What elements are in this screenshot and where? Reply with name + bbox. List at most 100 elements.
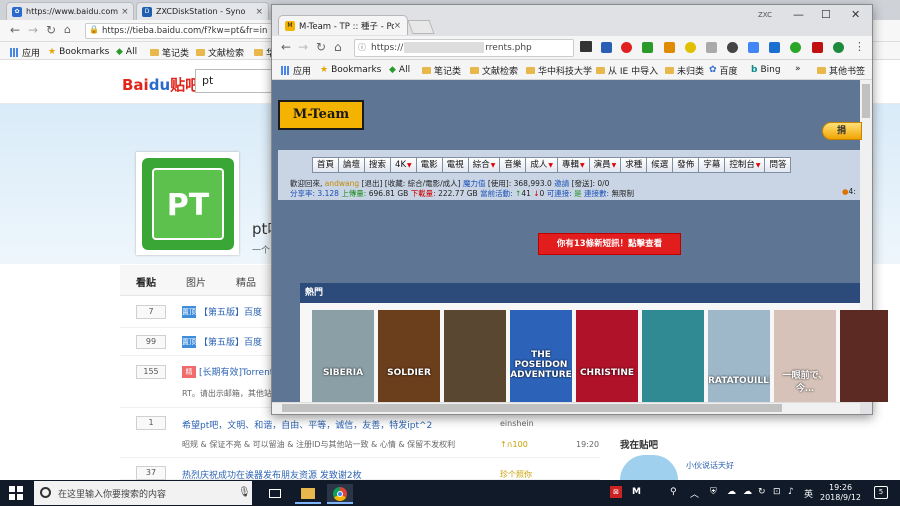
tray-app-icon[interactable]: ⊠ bbox=[610, 486, 622, 498]
menu-item[interactable]: 搜索 bbox=[364, 157, 391, 173]
bookmark-apps[interactable]: 应用 bbox=[10, 46, 40, 59]
bookmark-hust[interactable]: 华中科技大学 bbox=[526, 64, 592, 77]
bookmark-apps[interactable]: 应用 bbox=[281, 64, 311, 77]
shield-icon[interactable] bbox=[812, 42, 823, 53]
bookmark-literature[interactable]: 文献检索 bbox=[196, 46, 244, 59]
cloud-icon[interactable]: ☁ bbox=[743, 487, 752, 497]
tieba-search-input[interactable]: pt bbox=[195, 69, 275, 93]
opera-icon[interactable] bbox=[621, 42, 632, 53]
bookmark-notes[interactable]: 笔记类 bbox=[150, 46, 189, 59]
bookmark-bing[interactable]: b Bing bbox=[751, 64, 781, 76]
movie-poster[interactable]: THE POSEIDON ADVENTURE bbox=[510, 310, 572, 402]
menu-item[interactable]: 音樂 bbox=[499, 157, 526, 173]
donate-button[interactable]: 捐 bbox=[822, 122, 862, 140]
username-link[interactable]: andwang bbox=[325, 179, 359, 188]
bookmark-all[interactable]: ◆ All bbox=[389, 64, 410, 76]
taskbar-search-box[interactable]: 在这里输入你要搜索的内容 bbox=[34, 481, 252, 505]
back-arrow-icon[interactable]: ← bbox=[10, 23, 20, 37]
movie-poster[interactable]: SIBERIA bbox=[312, 310, 374, 402]
extension-blue-icon[interactable] bbox=[601, 42, 612, 53]
security-icon[interactable]: ⛨ bbox=[710, 487, 717, 497]
windows-start-icon[interactable] bbox=[9, 486, 23, 500]
ime-indicator[interactable]: 英 bbox=[804, 487, 813, 500]
tieba-logo[interactable]: Baidu贴吧 bbox=[122, 74, 200, 95]
movie-poster[interactable]: 一眼前で、今… bbox=[774, 310, 836, 402]
forward-arrow-icon[interactable]: → bbox=[298, 40, 308, 54]
bookmark-all[interactable]: ◆ All bbox=[116, 46, 137, 58]
scrollbar-thumb[interactable] bbox=[862, 84, 870, 118]
thread-author[interactable]: einshein bbox=[500, 419, 534, 428]
menu-item[interactable]: 專輯▼ bbox=[556, 157, 589, 173]
reload-icon[interactable]: ↻ bbox=[46, 23, 56, 37]
tray-m-icon[interactable]: M bbox=[632, 487, 641, 497]
word-icon[interactable] bbox=[769, 42, 780, 53]
bookmarks-overflow[interactable]: » bbox=[795, 64, 801, 74]
front-address-bar[interactable]: https://rrents.php bbox=[354, 39, 574, 57]
menu-item[interactable]: 控制台▼ bbox=[724, 157, 765, 173]
invite-link[interactable]: 邀請 bbox=[554, 179, 569, 188]
movie-poster[interactable] bbox=[444, 310, 506, 402]
reply-author[interactable]: ↑∩100 bbox=[500, 440, 528, 449]
menu-item[interactable]: 電影 bbox=[415, 157, 442, 173]
bookmark-other[interactable]: 其他书签 bbox=[817, 64, 865, 77]
home-icon[interactable]: ⌂ bbox=[334, 40, 342, 54]
new-tab-button[interactable] bbox=[407, 20, 435, 34]
front-tab-mteam[interactable]: M M-Team - TP :: 種子 - Po × bbox=[278, 15, 408, 35]
magic-link[interactable]: 魔力值 bbox=[463, 179, 486, 188]
cast-icon[interactable] bbox=[580, 41, 592, 52]
person-icon[interactable]: ⚲ bbox=[670, 487, 677, 497]
pumpkin-icon[interactable]: ●4: bbox=[842, 187, 856, 196]
new-messages-notice[interactable]: 你有13條新短訊！點擊查看 bbox=[538, 233, 681, 255]
movie-poster[interactable] bbox=[840, 310, 888, 402]
file-explorer-icon[interactable] bbox=[295, 484, 321, 504]
back-arrow-icon[interactable]: ← bbox=[281, 40, 291, 54]
tab-featured[interactable]: 精品 bbox=[236, 274, 256, 289]
extension-s-icon[interactable] bbox=[727, 42, 738, 53]
thread-title[interactable]: 【第五版】百度 bbox=[199, 305, 262, 318]
home-icon[interactable]: ⌂ bbox=[64, 23, 71, 36]
menu-dots-icon[interactable]: ⋮ bbox=[854, 40, 865, 53]
bookmark-unsorted[interactable]: 未归类 bbox=[665, 64, 704, 77]
bookmark-bookmarks[interactable]: ★ Bookmarks bbox=[48, 46, 109, 58]
reload-icon[interactable]: ↻ bbox=[316, 40, 326, 54]
close-tab-icon[interactable]: × bbox=[394, 21, 401, 31]
chevron-up-icon[interactable]: ︿ bbox=[690, 487, 699, 500]
volume-icon[interactable]: ♪ bbox=[788, 487, 794, 497]
bookmark-bookmarks[interactable]: ★ Bookmarks bbox=[320, 64, 381, 76]
menu-item[interactable]: 發佈 bbox=[672, 157, 699, 173]
microphone-icon[interactable]: 🎙 bbox=[238, 487, 251, 498]
profile-label[interactable]: ZXC bbox=[758, 11, 772, 19]
network-icon[interactable]: ⊡ bbox=[773, 487, 781, 497]
bookmark-baidu[interactable]: ✿ 百度 bbox=[709, 64, 738, 77]
menu-item[interactable]: 論壇 bbox=[338, 157, 365, 173]
forum-avatar[interactable]: PT bbox=[136, 152, 239, 255]
thread-author[interactable]: 珍个照你 bbox=[500, 469, 532, 480]
movie-poster[interactable]: RATATOUILLE bbox=[708, 310, 770, 402]
menu-item[interactable]: 演員▼ bbox=[588, 157, 621, 173]
thread-title[interactable]: 【第五版】百度 bbox=[199, 335, 262, 348]
close-tab-icon[interactable]: × bbox=[252, 7, 263, 17]
forward-arrow-icon[interactable]: → bbox=[28, 23, 38, 37]
evernote-icon[interactable] bbox=[790, 42, 801, 53]
task-view-icon[interactable] bbox=[262, 484, 288, 504]
back-address-bar[interactable]: https://tieba.baidu.com/f?kw=pt&fr=in bbox=[85, 23, 275, 39]
extension-orange-icon[interactable] bbox=[664, 42, 675, 53]
menu-item[interactable]: 首頁 bbox=[312, 157, 339, 173]
back-tab-synology[interactable]: D ZXCDiskStation - Syno × bbox=[136, 2, 269, 20]
bookmark-literature[interactable]: 文献检索 bbox=[470, 64, 518, 77]
maximize-icon[interactable]: ☐ bbox=[821, 8, 831, 21]
menu-item[interactable]: 電視 bbox=[441, 157, 468, 173]
menu-item[interactable]: 問答 bbox=[764, 157, 792, 173]
back-tab-baidu[interactable]: ✿ https://www.baidu.com × bbox=[6, 2, 134, 20]
menu-item[interactable]: 成人▼ bbox=[525, 157, 557, 173]
bookmark-notes[interactable]: 笔记类 bbox=[422, 64, 461, 77]
thread-title[interactable]: [长期有效]Torrent bbox=[199, 365, 273, 378]
extension-green-icon[interactable] bbox=[642, 42, 653, 53]
onedrive-icon[interactable]: ☁ bbox=[727, 487, 736, 497]
system-clock[interactable]: 19:26 2018/9/12 bbox=[820, 483, 861, 503]
mail-icon[interactable] bbox=[706, 42, 717, 53]
notification-center-icon[interactable]: 5 bbox=[874, 486, 888, 499]
close-window-icon[interactable]: ✕ bbox=[851, 8, 860, 21]
thread-title[interactable]: 希望pt吧，文明、和谐，自由、平等，诚信，友善，特发ipt^2 bbox=[182, 418, 432, 431]
movie-poster[interactable]: CHRISTINE bbox=[576, 310, 638, 402]
